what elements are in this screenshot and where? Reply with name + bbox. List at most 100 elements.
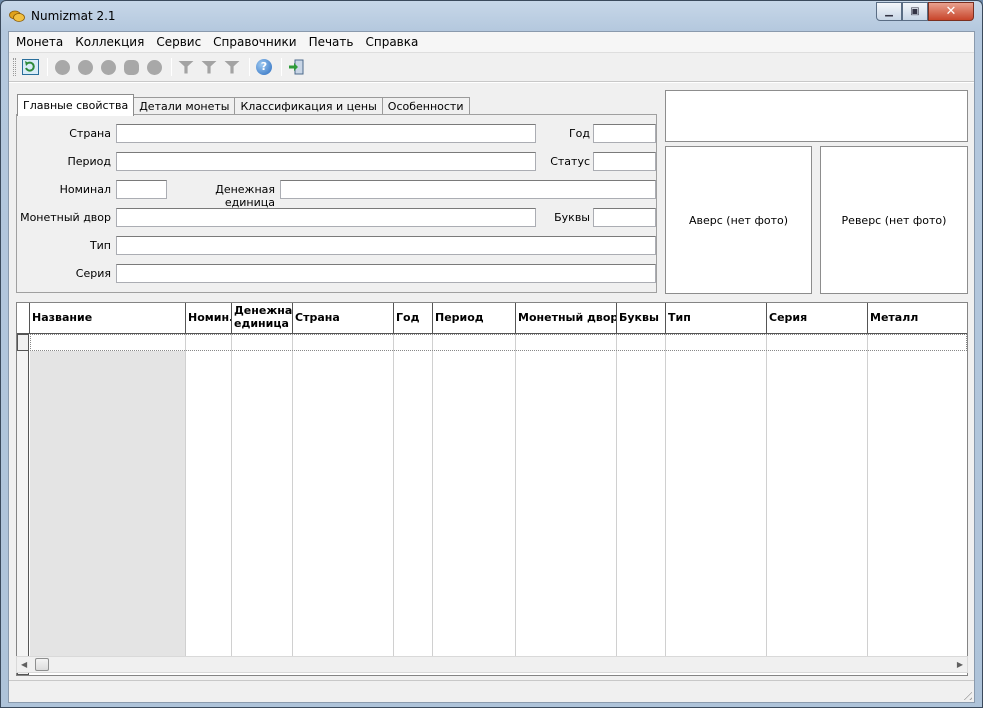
grid-column-line	[432, 334, 433, 658]
menu-coin[interactable]: Монета	[11, 32, 68, 52]
period-label: Период	[67, 155, 111, 168]
coin-icon	[123, 59, 139, 75]
obverse-caption: Аверс (нет фото)	[688, 213, 789, 227]
toolbar-separator	[171, 58, 172, 76]
col-header-name[interactable]: Название	[30, 303, 186, 333]
toolbar-separator	[281, 58, 282, 76]
nominal-field[interactable]	[116, 180, 167, 199]
currency-field[interactable]	[280, 180, 656, 199]
funnel-icon	[201, 60, 217, 74]
type-field[interactable]	[116, 236, 656, 255]
grid-column-line	[393, 334, 394, 658]
menu-help[interactable]: Справка	[360, 32, 423, 52]
grid-column-line	[231, 334, 232, 658]
col-header-currency[interactable]: Денежная единица	[232, 303, 293, 333]
col-header-type[interactable]: Тип	[666, 303, 767, 333]
filter-button-2[interactable]	[199, 57, 219, 77]
grid-column-line	[515, 334, 516, 658]
year-label: Год	[568, 127, 590, 140]
coin-info-panel	[665, 90, 968, 142]
close-icon: ✕	[945, 4, 957, 19]
country-field[interactable]	[116, 124, 536, 143]
minimize-button[interactable]: ▁	[876, 2, 902, 21]
nominal-label: Номинал	[59, 183, 111, 196]
col-header-nominal[interactable]: Номин.	[186, 303, 232, 333]
coins-icon	[9, 10, 25, 22]
col-header-mint[interactable]: Монетный двор	[516, 303, 617, 333]
coin-icon	[54, 59, 70, 75]
table-row[interactable]	[30, 334, 967, 351]
grid-column-line	[185, 334, 186, 658]
exit-icon	[289, 59, 304, 75]
window-title: Numizmat 2.1	[31, 9, 116, 23]
filter-button-3[interactable]	[222, 57, 242, 77]
menu-references[interactable]: Справочники	[208, 32, 301, 52]
toolbar-grip[interactable]	[13, 58, 16, 76]
status-bar	[9, 680, 974, 702]
toolbar-separator	[249, 58, 250, 76]
col-header-country[interactable]: Страна	[293, 303, 394, 333]
tab-main-properties[interactable]: Главные свойства	[17, 94, 135, 116]
mint-field[interactable]	[116, 208, 536, 227]
coin-icon	[146, 59, 162, 75]
toolbar: ?	[9, 54, 974, 80]
app-window: Numizmat 2.1 ▁ ▣ ✕ Монета Коллекция Серв…	[0, 0, 983, 708]
col-header-metal[interactable]: Металл	[868, 303, 967, 333]
grid-column-line	[292, 334, 293, 658]
client-area: Монета Коллекция Сервис Справочники Печа…	[8, 31, 975, 703]
obverse-photo[interactable]: Аверс (нет фото)	[665, 146, 812, 294]
mint-label: Монетный двор	[20, 211, 111, 224]
period-field[interactable]	[116, 152, 536, 171]
caption-buttons: ▁ ▣ ✕	[876, 2, 974, 21]
header-corner	[17, 303, 30, 333]
menu-service[interactable]: Сервис	[151, 32, 206, 52]
coin-button-5[interactable]	[144, 57, 164, 77]
series-field[interactable]	[116, 264, 656, 283]
col-header-period[interactable]: Период	[433, 303, 516, 333]
col-header-series[interactable]: Серия	[767, 303, 868, 333]
row-indicator[interactable]	[17, 334, 29, 351]
col-header-year[interactable]: Год	[394, 303, 433, 333]
menu-collection[interactable]: Коллекция	[70, 32, 149, 52]
help-icon: ?	[256, 59, 272, 75]
year-field[interactable]	[593, 124, 656, 143]
scroll-right-icon[interactable]: ▶	[957, 660, 963, 669]
size-grip-icon[interactable]	[960, 688, 972, 700]
menu-print[interactable]: Печать	[304, 32, 359, 52]
coin-button-2[interactable]	[75, 57, 95, 77]
minimize-icon: ▁	[885, 6, 893, 17]
scroll-left-icon[interactable]: ◀	[21, 660, 27, 669]
title-bar: Numizmat 2.1 ▁ ▣ ✕	[1, 1, 982, 31]
reverse-photo[interactable]: Реверс (нет фото)	[820, 146, 968, 294]
maximize-icon: ▣	[910, 6, 920, 17]
toolbar-divider	[9, 81, 974, 83]
coin-icon	[100, 59, 116, 75]
help-button[interactable]: ?	[254, 57, 274, 77]
series-label: Серия	[75, 267, 111, 280]
filter-button-1[interactable]	[176, 57, 196, 77]
grid-column-line	[616, 334, 617, 658]
scroll-thumb[interactable]	[35, 658, 49, 671]
reverse-caption: Реверс (нет фото)	[841, 213, 947, 227]
exit-button[interactable]	[286, 57, 306, 77]
coins-grid: Название Номин. Денежная единица Страна …	[16, 302, 968, 676]
funnel-icon	[224, 60, 240, 74]
horizontal-scrollbar[interactable]: ◀ ▶	[16, 656, 968, 673]
coin-button-4[interactable]	[121, 57, 141, 77]
col-header-letters[interactable]: Буквы	[617, 303, 666, 333]
maximize-button[interactable]: ▣	[902, 2, 928, 21]
grid-column-line	[665, 334, 666, 658]
coin-button-3[interactable]	[98, 57, 118, 77]
letters-field[interactable]	[593, 208, 656, 227]
name-column-shade	[30, 351, 185, 658]
status-field[interactable]	[593, 152, 656, 171]
close-button[interactable]: ✕	[928, 2, 974, 21]
coin-button-1[interactable]	[52, 57, 72, 77]
letters-label: Буквы	[554, 211, 590, 224]
tab-strip: Главные свойства Детали монеты Классифик…	[17, 94, 470, 116]
country-label: Страна	[69, 127, 111, 140]
toolbar-separator	[47, 58, 48, 76]
type-label: Тип	[89, 239, 111, 252]
grid-column-line	[867, 334, 868, 658]
refresh-button[interactable]	[20, 57, 40, 77]
